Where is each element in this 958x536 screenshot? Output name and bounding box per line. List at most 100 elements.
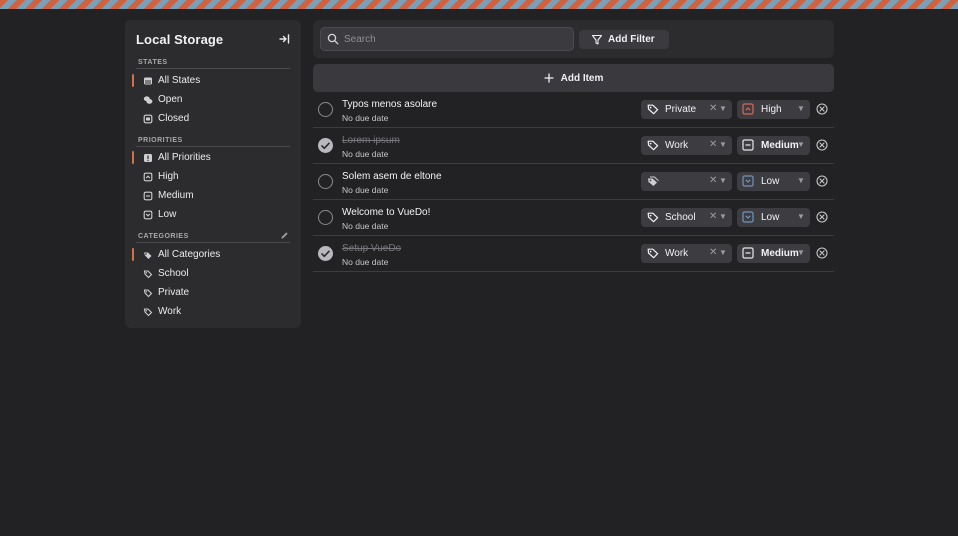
sidebar-item-high[interactable]: High [132,167,294,186]
priority-low-icon [742,175,754,187]
chevron-down-icon: ▼ [719,212,727,221]
complete-checkbox[interactable] [318,246,333,261]
priority-value: High [761,104,782,115]
complete-checkbox[interactable] [318,138,333,153]
delete-circle-x-icon[interactable] [816,247,828,259]
category-select[interactable]: ✕ ▼ [641,172,732,191]
todo-row: Typos menos asolare No due date Private ✕ ▼ H… [313,92,834,128]
todo-due-date: No due date [342,185,389,195]
priority-low-icon [742,211,754,223]
add-filter-button[interactable]: Add Filter [579,30,669,49]
todo-due-date: No due date [342,149,389,159]
delete-circle-x-icon[interactable] [816,139,828,151]
todo-title: Typos menos asolare [342,99,438,110]
chevron-down-icon: ▼ [797,176,805,185]
search-box[interactable] [320,27,574,51]
priority-high-icon [742,103,754,115]
sidebar-item-low[interactable]: Low [132,205,294,224]
priority-select[interactable]: Medium ▼ [737,136,810,155]
category-value: Work [665,140,689,151]
sidebar-item-closed[interactable]: Closed [132,109,294,128]
filter-funnel-icon [591,34,603,45]
sidebar-item-school[interactable]: School [132,264,294,283]
plus-icon [543,73,554,83]
category-value: School [665,212,696,223]
search-input[interactable] [344,28,569,50]
sidebar-item-label: All States [158,75,201,86]
delete-circle-x-icon[interactable] [816,175,828,187]
clear-category-icon[interactable]: ✕ [709,175,717,186]
tag-icon [647,104,659,115]
chevron-down-icon: ▼ [719,104,727,113]
priority-high-icon [143,172,153,182]
search-icon [327,33,339,45]
priority-select[interactable]: High ▼ [737,100,810,119]
sidebar-item-all-categories[interactable]: All Categories [132,245,294,264]
collapse-sidebar-icon[interactable] [278,33,290,45]
section-divider [136,146,290,147]
clear-category-icon[interactable]: ✕ [709,247,717,258]
tag-icon [143,288,153,298]
sidebar-item-label: Work [158,306,182,317]
chevron-down-icon: ▼ [719,176,727,185]
add-item-button[interactable]: Add Item [313,64,834,92]
delete-circle-x-icon[interactable] [816,211,828,223]
category-select[interactable]: Work ✕ ▼ [641,244,732,263]
todo-row: Solem asem de eltone No due date ✕ ▼ Low ▼ [313,164,834,200]
priority-select[interactable]: Medium ▼ [737,244,810,263]
add-item-label: Add Item [560,72,604,84]
todo-row: Welcome to VueDo! No due date School ✕ ▼ Low ▼ [313,200,834,236]
complete-checkbox[interactable] [318,210,333,225]
sidebar-item-work[interactable]: Work [132,302,294,321]
delete-circle-x-icon[interactable] [816,103,828,115]
category-value: Work [665,248,689,259]
inbox-icon [143,76,153,86]
section-divider [136,242,290,243]
priority-value: Low [761,176,780,187]
clear-category-icon[interactable]: ✕ [709,103,717,114]
priority-select[interactable]: Low ▼ [737,172,810,191]
priority-all-icon [143,153,153,163]
todo-due-date: No due date [342,221,389,231]
section-label-states: STATES [138,59,168,66]
sidebar-item-all-states[interactable]: All States [132,71,294,90]
todo-title: Lorem ipsum [342,135,400,146]
todo-title: Setup VueDo [342,243,402,254]
priority-value: Medium [761,248,799,259]
archive-box-icon [143,114,153,124]
sidebar-item-label: All Categories [158,249,221,260]
complete-checkbox[interactable] [318,102,333,117]
category-select[interactable]: Work ✕ ▼ [641,136,732,155]
clear-category-icon[interactable]: ✕ [709,139,717,150]
todo-due-date: No due date [342,257,389,267]
priority-select[interactable]: Low ▼ [737,208,810,227]
sidebar-item-label: All Priorities [158,152,211,163]
chevron-down-icon: ▼ [797,212,805,221]
todo-due-date: No due date [342,113,389,123]
sidebar-item-private[interactable]: Private [132,283,294,302]
add-filter-label: Add Filter [608,34,655,45]
complete-checkbox[interactable] [318,174,333,189]
tags-icon [143,250,153,260]
edit-categories-pencil-icon[interactable] [280,231,289,240]
section-label-priorities: PRIORITIES [138,137,183,144]
sidebar-item-label: High [158,171,179,182]
sidebar-item-medium[interactable]: Medium [132,186,294,205]
todo-row: Setup VueDo No due date Work ✕ ▼ Medium ▼ [313,236,834,272]
sidebar-item-open[interactable]: Open [132,90,294,109]
category-select[interactable]: Private ✕ ▼ [641,100,732,119]
chevron-down-icon: ▼ [719,140,727,149]
todo-title: Welcome to VueDo! [342,207,431,218]
sidebar-item-label: Low [158,209,177,220]
sidebar-item-label: Private [158,287,190,298]
priority-medium-icon [742,139,754,151]
tag-icon [143,307,153,317]
clear-category-icon[interactable]: ✕ [709,211,717,222]
tags-icon [648,176,659,186]
toolbar: Add Filter [313,20,834,58]
sidebar-item-all-priorities[interactable]: All Priorities [132,148,294,167]
top-decorative-stripe [0,0,958,9]
sidebar: Local Storage STATES All States Open Clo… [125,20,301,328]
tag-icon [647,248,659,259]
category-select[interactable]: School ✕ ▼ [641,208,732,227]
